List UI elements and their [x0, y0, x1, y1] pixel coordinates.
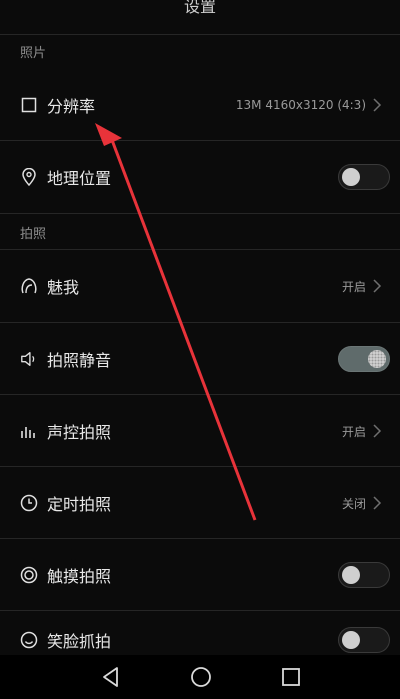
system-nav-bar [0, 655, 400, 699]
speaker-icon [20, 350, 38, 368]
square-icon [20, 96, 38, 114]
setting-value: 开启 [341, 279, 366, 294]
settings-row-timer[interactable]: 定时拍照 关闭 [0, 467, 400, 539]
setting-label: 触摸拍照 [47, 567, 112, 586]
setting-value: 13M 4160x3120 (4:3) [235, 98, 366, 112]
toggle-knob [342, 631, 360, 649]
setting-label: 声控拍照 [47, 423, 112, 442]
smile-icon [20, 631, 38, 649]
chevron-right-icon [373, 424, 382, 438]
smile-toggle[interactable] [338, 627, 390, 653]
setting-label: 定时拍照 [47, 495, 112, 514]
page-title: 设置 [183, 0, 216, 16]
back-icon[interactable] [99, 665, 123, 689]
setting-label: 地理位置 [47, 169, 112, 188]
divider [0, 34, 400, 35]
divider [0, 213, 400, 214]
location-toggle[interactable] [338, 164, 390, 190]
mute-toggle[interactable] [338, 346, 390, 372]
settings-row-resolution[interactable]: 分辨率 13M 4160x3120 (4:3) [0, 69, 400, 141]
settings-row-beauty[interactable]: 魅我 开启 [0, 250, 400, 322]
setting-label: 魅我 [47, 278, 80, 297]
settings-row-location[interactable]: 地理位置 [0, 141, 400, 213]
beauty-icon [20, 277, 38, 295]
setting-label: 笑脸抓拍 [47, 632, 112, 651]
settings-row-mute[interactable]: 拍照静音 [0, 323, 400, 395]
timer-icon [20, 494, 38, 512]
recents-icon[interactable] [279, 665, 303, 689]
setting-label: 分辨率 [47, 97, 96, 116]
touch-shutter-icon [20, 566, 38, 584]
home-icon[interactable] [189, 665, 213, 689]
chevron-right-icon [373, 496, 382, 510]
settings-row-touch[interactable]: 触摸拍照 [0, 539, 400, 611]
settings-row-voice[interactable]: 声控拍照 开启 [0, 395, 400, 467]
section-header-shoot: 拍照 [20, 227, 47, 242]
setting-value: 关闭 [341, 496, 366, 511]
toggle-knob [368, 350, 386, 368]
setting-label: 拍照静音 [47, 351, 112, 370]
top-bar: 设置 [0, 0, 400, 16]
toggle-knob [342, 168, 360, 186]
chevron-right-icon [373, 279, 382, 293]
section-header-photo: 照片 [20, 46, 47, 61]
setting-value: 开启 [341, 424, 366, 439]
chevron-right-icon [373, 98, 382, 112]
toggle-knob [342, 566, 360, 584]
voice-bars-icon [20, 422, 38, 440]
touch-toggle[interactable] [338, 562, 390, 588]
location-pin-icon [20, 168, 38, 186]
